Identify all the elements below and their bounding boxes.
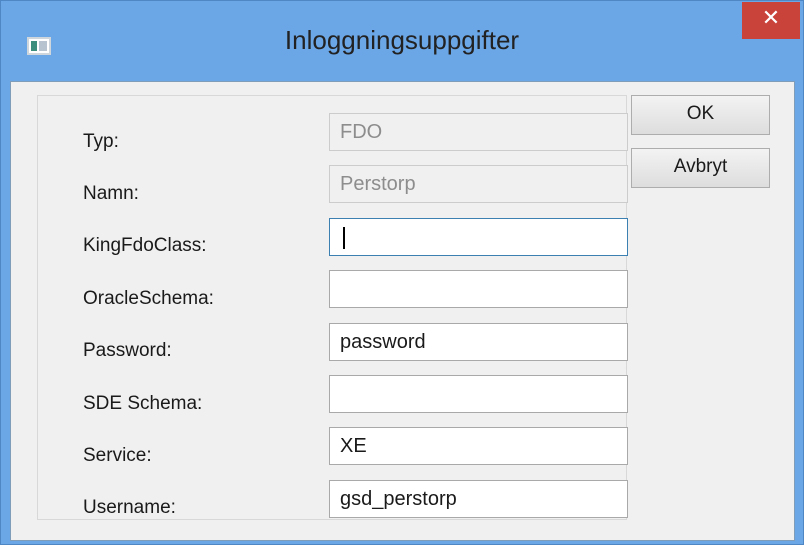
username-input[interactable]: gsd_perstorp	[329, 480, 628, 518]
kingfdoclass-input[interactable]	[329, 218, 628, 256]
type-field: FDO	[329, 113, 628, 151]
password-label: Password:	[83, 340, 172, 361]
kingfdoclass-label: KingFdoClass:	[83, 235, 207, 256]
service-input[interactable]: XE	[329, 427, 628, 465]
dialog-body: Typ: FDO Namn: Perstorp KingFdoClass: Or…	[10, 81, 795, 541]
password-input[interactable]: password	[329, 323, 628, 361]
username-label: Username:	[83, 497, 176, 518]
sde-schema-label: SDE Schema:	[83, 393, 203, 414]
close-icon: ✕	[761, 6, 781, 31]
service-label: Service:	[83, 445, 152, 466]
type-label: Typ:	[83, 131, 119, 152]
oracleschema-label: OracleSchema:	[83, 288, 214, 309]
dialog-window: Inloggningsuppgifter ✕ Typ: FDO Namn: Pe…	[0, 0, 804, 545]
credentials-group: Typ: FDO Namn: Perstorp KingFdoClass: Or…	[37, 95, 628, 520]
name-label: Namn:	[83, 183, 139, 204]
close-button[interactable]: ✕	[742, 2, 800, 39]
text-caret	[343, 226, 345, 249]
ok-button[interactable]: OK	[631, 95, 770, 135]
cancel-button[interactable]: Avbryt	[631, 148, 770, 188]
name-field: Perstorp	[329, 165, 628, 203]
window-title: Inloggningsuppgifter	[284, 25, 520, 55]
oracleschema-input[interactable]	[329, 270, 628, 308]
sde-schema-input[interactable]	[329, 375, 628, 413]
title-bar[interactable]: Inloggningsuppgifter ✕	[1, 1, 803, 81]
